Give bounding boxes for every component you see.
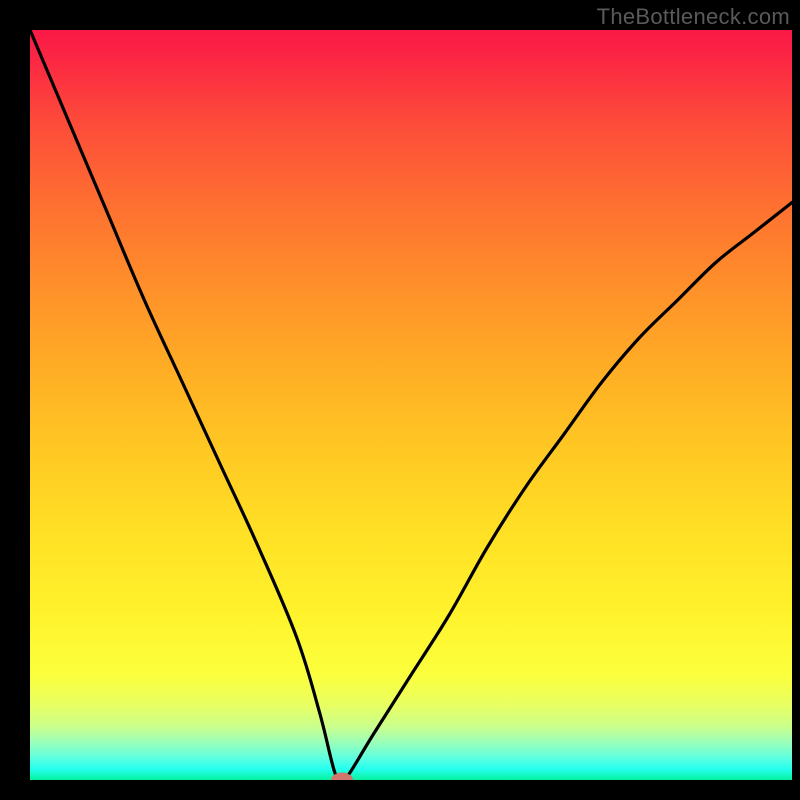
plot-area: [30, 30, 792, 780]
bottleneck-curve: [30, 30, 792, 780]
chart-frame: TheBottleneck.com: [0, 0, 800, 800]
watermark-text: TheBottleneck.com: [597, 4, 790, 30]
